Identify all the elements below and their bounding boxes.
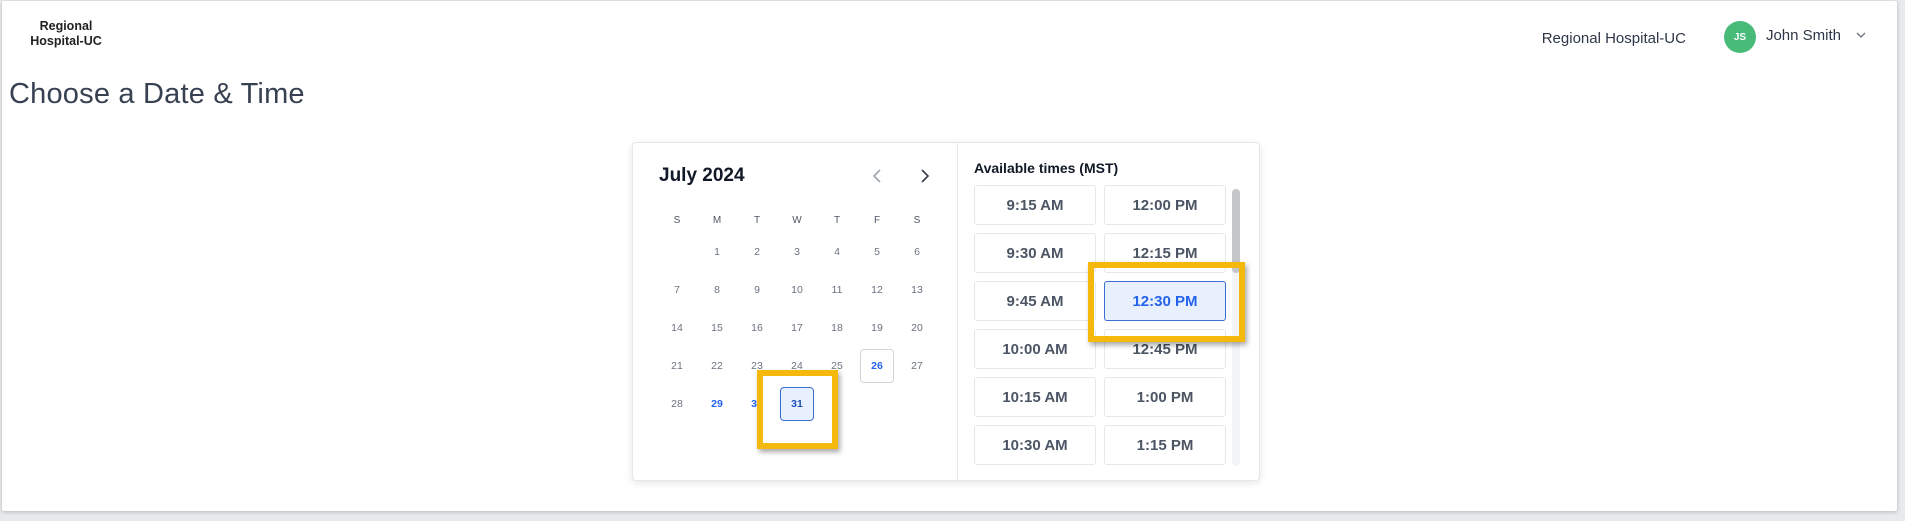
calendar-day: 15	[711, 322, 723, 334]
scrollbar-thumb[interactable]	[1232, 189, 1240, 273]
calendar-day: 6	[914, 246, 920, 258]
calendar-panel: July 2024 S M T W T F S 1 2 3 4 5 6 7 8 …	[633, 143, 958, 480]
chevron-left-icon[interactable]	[869, 167, 887, 185]
calendar-day: 1	[714, 246, 720, 258]
logo-line-2: Hospital-UC	[30, 34, 102, 48]
calendar-day: 3	[794, 246, 800, 258]
time-slot-button[interactable]: 9:30 AM	[974, 233, 1096, 273]
weekday-label: T	[753, 214, 761, 226]
calendar-day-empty	[897, 387, 937, 421]
calendar-day-available[interactable]: 30	[737, 387, 777, 421]
calendar-day: 11	[831, 284, 843, 296]
calendar-day: 5	[874, 246, 880, 258]
calendar-day: 9	[754, 284, 760, 296]
calendar-day: 16	[751, 322, 763, 334]
calendar-day: 28	[671, 398, 683, 410]
calendar-week: 28 29 30 31	[657, 385, 937, 423]
calendar-day: 20	[911, 322, 923, 334]
calendar-day: 4	[834, 246, 840, 258]
time-slot-button[interactable]: 10:15 AM	[974, 377, 1096, 417]
page-title: Choose a Date & Time	[9, 78, 305, 110]
calendar-week: 21 22 23 24 25 26 27	[657, 347, 937, 385]
time-slot-button[interactable]: 12:15 PM	[1104, 233, 1226, 273]
calendar-week: 1 2 3 4 5 6	[657, 233, 937, 271]
avatar[interactable]: JS	[1723, 21, 1756, 53]
time-slot-button[interactable]: 9:15 AM	[974, 185, 1096, 225]
time-slot-button-selected[interactable]: 12:30 PM	[1104, 281, 1226, 321]
time-slot-list: 9:15 AM 12:00 PM 9:30 AM 12:15 PM 9:45 A…	[974, 185, 1226, 465]
calendar-day: 25	[831, 360, 843, 372]
weekday-label: F	[873, 214, 881, 226]
calendar-day: 24	[791, 360, 803, 372]
calendar-week: 14 15 16 17 18 19 20	[657, 309, 937, 347]
calendar-day-selected[interactable]: 31	[780, 387, 814, 421]
date-time-picker: July 2024 S M T W T F S 1 2 3 4 5 6 7 8 …	[632, 142, 1260, 481]
chevron-right-icon[interactable]	[915, 167, 933, 185]
times-scrollbar[interactable]	[1232, 189, 1240, 466]
weekday-label: S	[913, 214, 921, 226]
logo[interactable]: Regional Hospital-UC	[30, 19, 102, 49]
calendar-day-available[interactable]: 26	[860, 349, 894, 383]
calendar-day-empty	[857, 387, 897, 421]
header-right: Regional Hospital-UC JS John Smith	[1542, 21, 1867, 53]
calendar-day: 8	[714, 284, 720, 296]
calendar-day: 2	[754, 246, 760, 258]
calendar-week: 7 8 9 10 11 12 13	[657, 271, 937, 309]
calendar-day: 13	[911, 284, 923, 296]
time-slot-button[interactable]: 10:30 AM	[974, 425, 1096, 465]
calendar-day: 22	[711, 360, 723, 372]
weekday-label: T	[833, 214, 841, 226]
chevron-down-icon[interactable]	[1855, 29, 1867, 41]
org-name: Regional Hospital-UC	[1541, 30, 1686, 47]
time-slot-button[interactable]: 1:15 PM	[1104, 425, 1226, 465]
weekday-label: M	[712, 214, 722, 226]
calendar-day: 27	[911, 360, 923, 372]
calendar-day: 14	[671, 322, 683, 334]
weekday-header: S M T W T F S	[657, 207, 937, 233]
time-slot-button[interactable]: 1:00 PM	[1104, 377, 1226, 417]
time-slot-button[interactable]: 12:45 PM	[1104, 329, 1226, 369]
calendar-day: 10	[791, 284, 803, 296]
calendar-grid: S M T W T F S 1 2 3 4 5 6 7 8 9 10 11 12…	[657, 207, 937, 423]
calendar-day: 12	[871, 284, 883, 296]
times-panel: Available times (MST) 9:15 AM 12:00 PM 9…	[958, 143, 1260, 480]
calendar-day: 19	[871, 322, 883, 334]
logo-line-1: Regional	[39, 19, 93, 33]
calendar-day-available[interactable]: 29	[697, 387, 737, 421]
calendar-day: 17	[791, 322, 803, 334]
time-slot-button[interactable]: 9:45 AM	[974, 281, 1096, 321]
calendar-day: 23	[751, 360, 763, 372]
calendar-day: 21	[671, 360, 683, 372]
calendar-day: 18	[831, 322, 843, 334]
user-name[interactable]: John Smith	[1766, 27, 1841, 44]
calendar-day: 7	[674, 284, 680, 296]
weekday-label: W	[792, 214, 802, 226]
month-label: July 2024	[659, 165, 745, 186]
calendar-day-empty	[657, 235, 697, 269]
times-title: Available times (MST)	[974, 160, 1119, 176]
time-slot-button[interactable]: 12:00 PM	[1104, 185, 1226, 225]
calendar-day-empty	[817, 387, 857, 421]
weekday-label: S	[673, 214, 681, 226]
time-slot-button[interactable]: 10:00 AM	[974, 329, 1096, 369]
